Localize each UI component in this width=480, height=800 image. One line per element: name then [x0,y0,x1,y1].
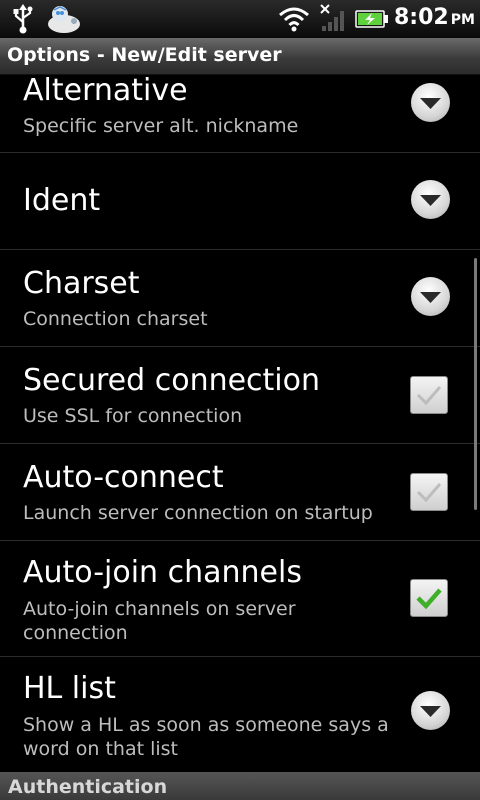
battery-charging-icon [355,10,388,28]
pref-title: Secured connection [23,363,321,398]
clock-time: 8:02 [394,5,449,30]
pref-row-secured-connection[interactable]: Secured connection Use SSL for connectio… [0,347,480,444]
check-icon [416,588,442,610]
scrollbar[interactable] [474,258,477,510]
pref-row-charset[interactable]: Charset Connection charset [0,250,480,347]
page-title: Options - New/Edit server [7,44,282,66]
pref-row-ident[interactable]: Ident [0,153,480,250]
auto-join-checkbox[interactable] [410,579,448,617]
pref-summary: Launch server connection on startup [23,502,373,524]
section-header-authentication: Authentication [0,772,480,800]
check-icon [416,483,442,503]
status-bar: 8:02 PM [0,0,480,38]
dropdown-arrow-icon[interactable] [411,277,450,316]
usb-icon [13,4,33,34]
dropdown-arrow-icon[interactable] [411,691,450,730]
app-notification-icon [48,6,80,33]
wifi-icon [279,7,309,32]
dropdown-arrow-icon[interactable] [411,180,450,219]
title-bar: Options - New/Edit server [0,38,480,75]
pref-title: Ident [23,183,101,218]
pref-summary: Show a HL as soon as someone says a word… [23,714,389,760]
no-signal-icon [320,4,344,31]
pref-title: Auto-connect [23,460,224,495]
pref-title: Charset [23,266,140,301]
pref-summary: Specific server alt. nickname [23,115,299,137]
pref-summary: Connection charset [23,308,208,330]
pref-row-auto-join-channels[interactable]: Auto-join channels Auto-join channels on… [0,541,480,657]
pref-title: Auto-join channels [23,555,302,590]
pref-row-alternative[interactable]: Alternative Specific server alt. nicknam… [0,75,480,153]
pref-summary: Use SSL for connection [23,405,243,427]
pref-row-auto-connect[interactable]: Auto-connect Launch server connection on… [0,444,480,541]
status-bar-clock: 8:02 PM [394,5,475,30]
pref-summary: Auto-join channels on server connection [23,598,296,644]
pref-title: HL list [23,671,116,706]
clock-ampm: PM [450,12,475,28]
auto-connect-checkbox[interactable] [410,473,448,511]
check-icon [416,386,442,406]
pref-row-hl-list[interactable]: HL list Show a HL as soon as someone say… [0,657,480,772]
preference-list[interactable]: Alternative Specific server alt. nicknam… [0,75,480,800]
ssl-checkbox[interactable] [410,376,448,414]
pref-title: Alternative [23,75,188,108]
dropdown-arrow-icon[interactable] [411,83,450,122]
section-header-label: Authentication [8,776,168,798]
